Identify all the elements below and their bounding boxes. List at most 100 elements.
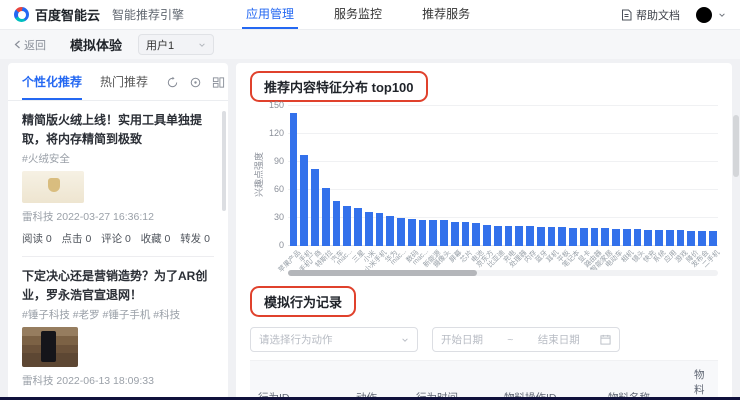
user-avatar[interactable] <box>696 6 712 23</box>
refresh-icon[interactable] <box>166 76 179 89</box>
card-thumbnail <box>22 327 78 368</box>
back-label: 返回 <box>24 39 46 52</box>
card-source: 雷科技 2022-06-13 18:09:33 <box>22 375 154 388</box>
bar <box>311 169 319 246</box>
recommendation-list: 精简版火绒上线！实用工具单独提取，将内存精简到极致 #火绒安全 雷科技 2022… <box>8 111 228 400</box>
chart-scrollbar-thumb[interactable] <box>288 270 478 276</box>
panel-scrollbar-thumb[interactable] <box>222 111 226 211</box>
stat-评论: 评论 0 <box>101 233 131 246</box>
column-header: 行为时间 <box>408 360 496 400</box>
behavior-filters: 请选择行为动作 开始日期 ~ 结束日期 <box>250 327 718 352</box>
bar <box>622 229 631 246</box>
bar <box>397 218 405 246</box>
nav-item-应用管理[interactable]: 应用管理 <box>242 0 299 29</box>
bar <box>579 228 588 246</box>
back-arrow-icon <box>14 40 20 49</box>
bar <box>407 218 416 246</box>
bar <box>676 230 685 246</box>
avatar-chevron-down-icon[interactable] <box>718 11 726 19</box>
bar <box>612 229 620 246</box>
card-stats: 阅读 0 点击 0 评论 0 收藏 0 转发 0 <box>22 231 214 246</box>
bar <box>504 226 513 246</box>
main-panel: 推荐内容特征分布 top100 兴趣点强度 0 30 60 90 120 150 苹果产品… <box>236 63 732 400</box>
bar <box>418 219 427 246</box>
column-header: 行为ID <box>250 360 348 400</box>
action-filter-select[interactable]: 请选择行为动作 <box>250 327 418 352</box>
column-header: 动作 <box>348 360 408 400</box>
bar <box>461 221 470 246</box>
date-range-picker[interactable]: 开始日期 ~ 结束日期 <box>432 327 620 352</box>
chart-horizontal-scrollbar <box>288 270 718 276</box>
tabs: 个性化推荐 热门推荐 <box>22 73 166 100</box>
page-title: 模拟体验 <box>70 38 123 53</box>
chevron-down-icon <box>199 42 205 47</box>
back-button[interactable]: 返回 <box>14 37 46 53</box>
y-tick-label: 0 <box>278 240 284 250</box>
bar <box>354 207 362 246</box>
card-source: 雷科技 2022-03-27 16:36:12 <box>22 211 154 224</box>
column-header: 物料标签 <box>686 360 718 400</box>
stat-转发: 转发 0 <box>180 233 210 246</box>
bar <box>440 219 448 246</box>
content-card[interactable]: 下定决心还是营销造势？为了AR创业，罗永浩官宣退网！ #锤子科技 #老罗 #锤子… <box>22 267 214 400</box>
bar <box>429 219 437 246</box>
y-axis-label: 兴趣点强度 <box>254 151 265 198</box>
column-header: 物料名称 <box>600 360 686 400</box>
bar <box>289 113 298 246</box>
bar <box>386 216 394 246</box>
chart-section-title: 推荐内容特征分布 top100 <box>250 71 428 102</box>
divider <box>22 256 214 258</box>
y-tick-label: 150 <box>268 100 284 110</box>
y-axis-ticks: 0 30 60 90 120 150 <box>262 100 288 250</box>
behavior-table: 行为ID动作行为时间物料操作ID物料名称物料标签 DZItNIIB7s6i_PC… <box>250 360 718 400</box>
bar <box>483 224 491 246</box>
action-filter-placeholder: 请选择行为动作 <box>259 334 333 346</box>
navbar-right: 帮助文档 <box>621 6 726 23</box>
help-doc-link[interactable]: 帮助文档 <box>621 7 680 23</box>
bar <box>332 201 341 246</box>
bar <box>375 213 384 246</box>
card-tags: #火绒安全 <box>22 153 70 166</box>
behavior-section-title: 模拟行为记录 <box>250 286 357 317</box>
calendar-icon <box>600 334 611 345</box>
settings-icon[interactable] <box>189 76 202 89</box>
bar <box>590 228 599 246</box>
bar <box>687 231 695 246</box>
page: 百度智能云 智能推荐引擎 应用管理 服务监控 推荐服务 帮助文档 返回 模拟体验 用… <box>0 0 740 400</box>
bar <box>526 226 534 246</box>
bar <box>472 222 480 246</box>
y-tick-label: 120 <box>268 128 284 138</box>
y-tick-label: 60 <box>273 184 284 194</box>
page-scrollbar <box>733 62 739 394</box>
help-doc-label: 帮助文档 <box>636 9 680 22</box>
nav-item-服务监控[interactable]: 服务监控 <box>330 0 386 29</box>
stat-收藏: 收藏 0 <box>140 233 171 246</box>
bar <box>708 231 717 246</box>
nav-item-推荐服务[interactable]: 推荐服务 <box>418 0 474 29</box>
bar <box>300 155 308 246</box>
document-icon <box>622 9 632 20</box>
content-card[interactable]: 精简版火绒上线！实用工具单独提取，将内存精简到极致 #火绒安全 雷科技 2022… <box>22 111 214 258</box>
bar <box>558 227 566 246</box>
tab-热门推荐[interactable]: 热门推荐 <box>100 73 148 100</box>
tab-个性化推荐[interactable]: 个性化推荐 <box>22 73 83 100</box>
card-thumbnail <box>22 171 84 204</box>
date-start-placeholder: 开始日期 <box>441 334 483 346</box>
date-separator: ~ <box>507 333 514 346</box>
panel-tools <box>166 76 225 97</box>
top-nav-menu: 应用管理 服务监控 推荐服务 <box>226 0 490 29</box>
y-tick-label: 90 <box>273 156 284 166</box>
bar <box>536 227 545 246</box>
bar <box>493 226 502 246</box>
card-title: 下定决心还是营销造势？为了AR创业，罗永浩官宣退网！ <box>22 269 208 302</box>
layout-grid-icon[interactable] <box>212 76 225 89</box>
subheader: 返回 模拟体验 用户1 <box>0 30 740 59</box>
user-select-dropdown[interactable]: 用户1 <box>138 34 215 55</box>
bar <box>698 231 706 246</box>
bar <box>665 230 674 246</box>
stat-阅读: 阅读 0 <box>22 233 52 246</box>
bar <box>644 230 652 246</box>
bar <box>343 205 351 246</box>
stat-点击: 点击 0 <box>61 233 92 246</box>
page-scrollbar-thumb[interactable] <box>733 115 739 177</box>
